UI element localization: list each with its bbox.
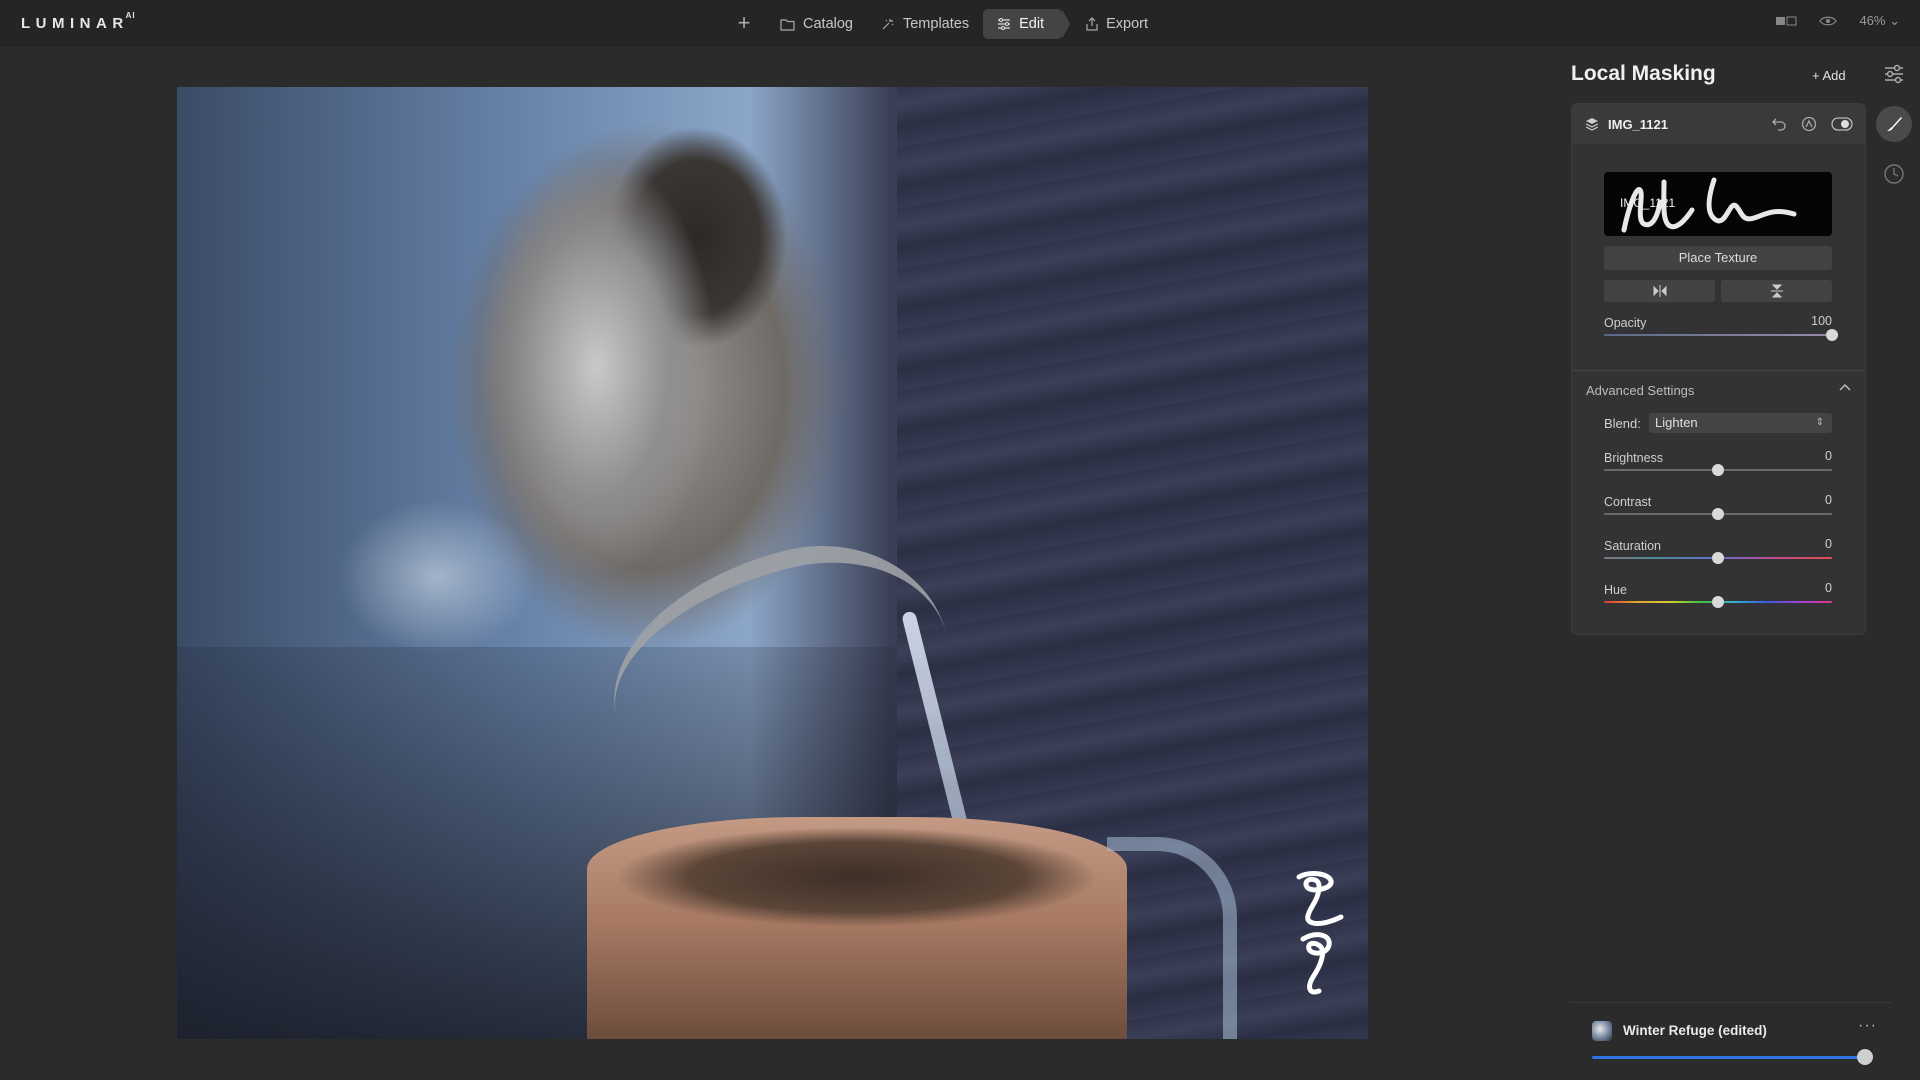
preset-bar: Winter Refuge (edited) ··· [1570, 1002, 1892, 1080]
layer-name: IMG_1121 [1608, 116, 1668, 132]
flip-horizontal-icon [1653, 285, 1666, 297]
panel-title: Local Masking [1571, 62, 1716, 85]
dripper-handle [1107, 837, 1237, 1039]
chevron-down-icon: ⌄ [1889, 13, 1900, 28]
tab-catalog[interactable]: Catalog [766, 9, 867, 39]
brush-icon [1887, 117, 1902, 131]
preset-amount-knob[interactable] [1857, 1049, 1873, 1065]
top-bar: LUMINARAI + Catalog Templates Edit Expor… [0, 0, 1920, 46]
more-options-button[interactable]: ··· [1858, 1017, 1877, 1035]
layer-actions [1771, 116, 1853, 132]
blend-row: Blend: Lighten ⇕ [1604, 413, 1832, 433]
opacity-knob[interactable] [1826, 329, 1838, 341]
blend-mode-select[interactable]: Lighten ⇕ [1649, 413, 1832, 433]
saturation-slider[interactable]: Saturation 0 [1604, 537, 1832, 564]
brush-tool-button[interactable] [1876, 106, 1912, 142]
add-mask-button[interactable]: + Add [1812, 68, 1846, 83]
flip-horizontal-button[interactable] [1604, 280, 1715, 302]
clock-icon [1884, 164, 1904, 184]
layers-icon [1585, 118, 1599, 131]
sparkle-icon [882, 19, 894, 30]
tab-templates[interactable]: Templates [867, 9, 983, 39]
hue-slider[interactable]: Hue 0 [1604, 581, 1832, 608]
erase-icon[interactable] [1801, 116, 1817, 132]
hue-knob[interactable] [1712, 596, 1724, 608]
flip-vertical-icon [1770, 284, 1783, 298]
main-nav: + Catalog Templates Edit Export [730, 9, 1162, 39]
flip-vertical-button[interactable] [1721, 280, 1832, 302]
signature-overlay[interactable] [1287, 867, 1347, 1017]
add-image-button[interactable]: + [730, 10, 758, 38]
tab-export[interactable]: Export [1072, 9, 1162, 39]
select-arrows-icon: ⇕ [1815, 417, 1824, 428]
visibility-toggle-icon[interactable] [1831, 117, 1853, 131]
compare-icon[interactable] [1775, 15, 1797, 27]
sliders-icon [1885, 64, 1903, 84]
flip-controls [1604, 280, 1832, 302]
preset-name: Winter Refuge (edited) [1623, 1023, 1767, 1038]
opacity-slider[interactable]: Opacity 100 [1604, 314, 1838, 341]
layer-header[interactable]: IMG_1121 [1572, 104, 1865, 144]
history-button[interactable] [1876, 156, 1912, 192]
tool-rail [1876, 56, 1912, 206]
eye-icon[interactable] [1819, 15, 1838, 27]
chevron-up-icon [1839, 383, 1851, 391]
saturation-knob[interactable] [1712, 552, 1724, 564]
preset-thumbnail [1592, 1021, 1612, 1041]
preset-amount-track[interactable] [1592, 1056, 1864, 1059]
coffee-dripper [587, 817, 1127, 1039]
photo-canvas[interactable] [177, 87, 1368, 1039]
brightness-knob[interactable] [1712, 464, 1724, 476]
advanced-settings-header[interactable]: Advanced Settings [1586, 383, 1851, 398]
view-controls: 46% ⌄ [1775, 13, 1900, 29]
texture-thumbnail[interactable]: IMG_1121 [1604, 172, 1832, 236]
place-texture-button[interactable]: Place Texture [1604, 246, 1832, 270]
texture-thumb-label: IMG_1121 [1620, 196, 1676, 210]
folder-icon [780, 18, 795, 31]
tab-edit[interactable]: Edit [983, 9, 1071, 39]
brightness-slider[interactable]: Brightness 0 [1604, 449, 1832, 476]
app-logo: LUMINARAI [21, 11, 136, 32]
undo-icon[interactable] [1771, 117, 1787, 131]
share-icon [1086, 17, 1098, 31]
adjustments-button[interactable] [1876, 56, 1912, 92]
mask-layer-card: IMG_1121 IMG_1121 Place Texture Opacity … [1571, 103, 1866, 635]
contrast-knob[interactable] [1712, 508, 1724, 520]
contrast-slider[interactable]: Contrast 0 [1604, 493, 1832, 520]
plus-icon: + [737, 10, 751, 35]
zoom-level[interactable]: 46% ⌄ [1859, 13, 1900, 29]
sliders-icon [998, 18, 1011, 30]
